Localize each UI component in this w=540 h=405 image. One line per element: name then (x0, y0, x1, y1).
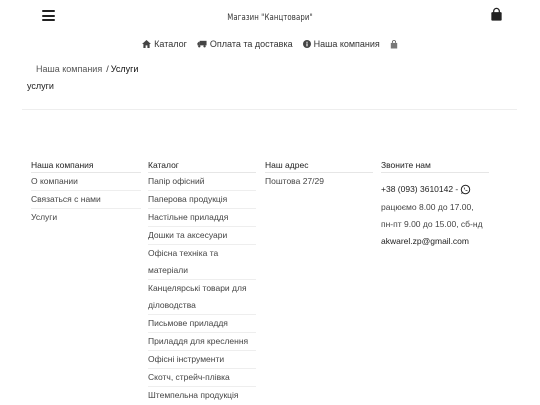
nav-item-company[interactable]: Наша компания (302, 39, 380, 49)
catalog-link[interactable]: Дошки та аксесуари (148, 226, 256, 244)
phone-number[interactable]: +38 (093) 3610142 - (381, 183, 458, 195)
footer-address-heading: Наш адрес (265, 160, 309, 170)
whatsapp-icon[interactable] (460, 184, 471, 195)
catalog-link[interactable]: Офісна техніка та матеріали (148, 244, 256, 279)
nav-item-label: Оплата та доставка (209, 39, 293, 49)
footer-link-about[interactable]: О компании (31, 172, 141, 190)
catalog-link[interactable]: Скотч, стрейч-плівка (148, 368, 256, 386)
working-hours-2: пн-пт 9.00 до 15.00, сб-нд (381, 219, 483, 229)
page-title: услуги (27, 81, 54, 91)
nav-item-cart[interactable] (390, 39, 398, 49)
footer-catalog-column: Каталог Папір офісний Паперова продукція… (148, 159, 256, 404)
email-link[interactable]: akwarel.zp@gmail.com (381, 233, 489, 250)
catalog-link[interactable]: Приладдя для креслення (148, 332, 256, 350)
breadcrumb: Наша компания / Услуги (36, 64, 138, 74)
nav-item-payment-delivery[interactable]: Оплата та доставка (197, 39, 293, 49)
footer-address-column: Наш адрес Поштова 27/29 (265, 159, 373, 190)
site-title[interactable]: Магазин "Канцтовари" (49, 13, 492, 23)
footer-catalog-heading: Каталог (148, 160, 179, 170)
nav-item-label: Каталог (154, 39, 187, 49)
working-hours-1: рацюємо 8.00 до 17.00, (381, 202, 474, 212)
catalog-link[interactable]: Канцелярські товари для діловодства (148, 279, 256, 314)
footer-contacts-heading: Звоните нам (381, 160, 431, 170)
catalog-link[interactable]: Офісні інструменти (148, 350, 256, 368)
home-icon (142, 40, 152, 48)
breadcrumb-current: Услуги (110, 64, 139, 74)
catalog-link[interactable]: Папір офісний (148, 172, 256, 190)
divider (22, 109, 517, 110)
footer-company-column: Наша компания О компании Связаться с нам… (31, 159, 141, 226)
shopping-bag-icon (390, 39, 398, 48)
breadcrumb-link-company[interactable]: Наша компания (36, 64, 102, 74)
footer-link-contact[interactable]: Связаться с нами (31, 190, 141, 208)
catalog-link[interactable]: Настільне приладдя (148, 208, 256, 226)
catalog-link[interactable]: Штемпельна продукція (148, 386, 256, 404)
catalog-link[interactable]: Паперова продукція (148, 190, 256, 208)
nav-item-label: Наша компания (313, 39, 380, 49)
address-value: Поштова 27/29 (265, 172, 373, 190)
shopping-bag-icon[interactable] (489, 7, 504, 22)
footer-company-heading: Наша компания (31, 160, 94, 170)
truck-icon (197, 40, 207, 48)
phone-row: +38 (093) 3610142 - (381, 183, 489, 195)
catalog-link[interactable]: Письмове приладдя (148, 314, 256, 332)
nav-item-catalog[interactable]: Каталог (142, 39, 187, 49)
footer-link-services[interactable]: Услуги (31, 208, 141, 226)
breadcrumb-separator: / (106, 64, 109, 74)
info-circle-icon (302, 40, 311, 48)
footer-contacts-column: Звоните нам +38 (093) 3610142 - рацюємо … (381, 159, 489, 250)
top-navigation: Каталог Оплата та доставка Наша компания (0, 39, 540, 49)
